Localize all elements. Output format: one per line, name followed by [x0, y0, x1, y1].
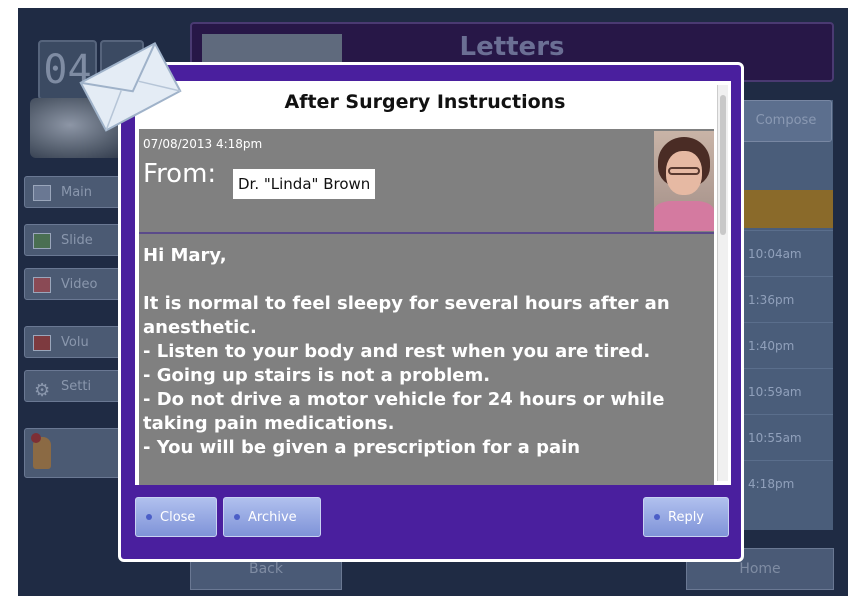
letter-time[interactable]: 10:59am: [738, 368, 833, 414]
letter-header: 07/08/2013 4:18pm From: Dr. "Linda" Brow…: [139, 129, 714, 232]
bullet-icon: [234, 514, 240, 520]
sidebar-item-label: Volu: [61, 335, 89, 350]
avatar-glasses: [668, 167, 700, 175]
letter-dialog: After Surgery Instructions 07/08/2013 4:…: [118, 62, 744, 562]
archive-button[interactable]: Archive: [223, 497, 321, 537]
letter-content: After Surgery Instructions 07/08/2013 4:…: [135, 81, 731, 485]
letter-date: 07/08/2013 4:18pm: [143, 137, 263, 151]
volume-icon: [33, 335, 51, 351]
sidebar-item-label: Video: [61, 277, 98, 292]
letter-time[interactable]: 10:55am: [738, 414, 833, 460]
close-button[interactable]: Close: [135, 497, 217, 537]
slideshow-icon: [33, 233, 51, 249]
bullet-icon: [146, 514, 152, 520]
envelope-icon: [79, 41, 182, 132]
video-icon: [33, 277, 51, 293]
notification-pin-icon: [31, 433, 41, 443]
bullet-icon: [654, 514, 660, 520]
message-body-area[interactable]: Hi Mary, It is normal to feel sleepy for…: [139, 234, 714, 485]
sender-name: Dr. "Linda" Brown: [233, 169, 376, 199]
page-title: Letters: [459, 32, 565, 62]
letter-title: After Surgery Instructions: [284, 91, 566, 113]
letter-time[interactable]: 10:04am: [738, 230, 833, 276]
sidebar-item-label: Main: [61, 185, 93, 200]
gear-icon: ⚙: [34, 380, 51, 401]
scroll-thumb[interactable]: [720, 95, 726, 235]
archive-button-label: Archive: [248, 510, 297, 525]
monitor-icon: [33, 185, 51, 201]
message-body: Hi Mary, It is normal to feel sleepy for…: [143, 245, 670, 458]
reply-button[interactable]: Reply: [643, 497, 729, 537]
letter-time[interactable]: 4:18pm: [738, 460, 833, 506]
message-scrollbar[interactable]: [717, 85, 728, 481]
reply-button-label: Reply: [668, 510, 705, 525]
selected-letter-row[interactable]: [738, 190, 833, 228]
from-label: From:: [143, 159, 217, 189]
letter-time[interactable]: 1:36pm: [738, 276, 833, 322]
avatar-shirt: [654, 201, 714, 231]
sidebar-item-label: Setti: [61, 379, 92, 394]
sidebar-item-label: Slide: [61, 233, 93, 248]
close-button-label: Close: [160, 510, 196, 525]
sender-avatar: [654, 131, 714, 231]
compose-button[interactable]: Compose: [740, 100, 832, 142]
letter-time[interactable]: 1:40pm: [738, 322, 833, 368]
